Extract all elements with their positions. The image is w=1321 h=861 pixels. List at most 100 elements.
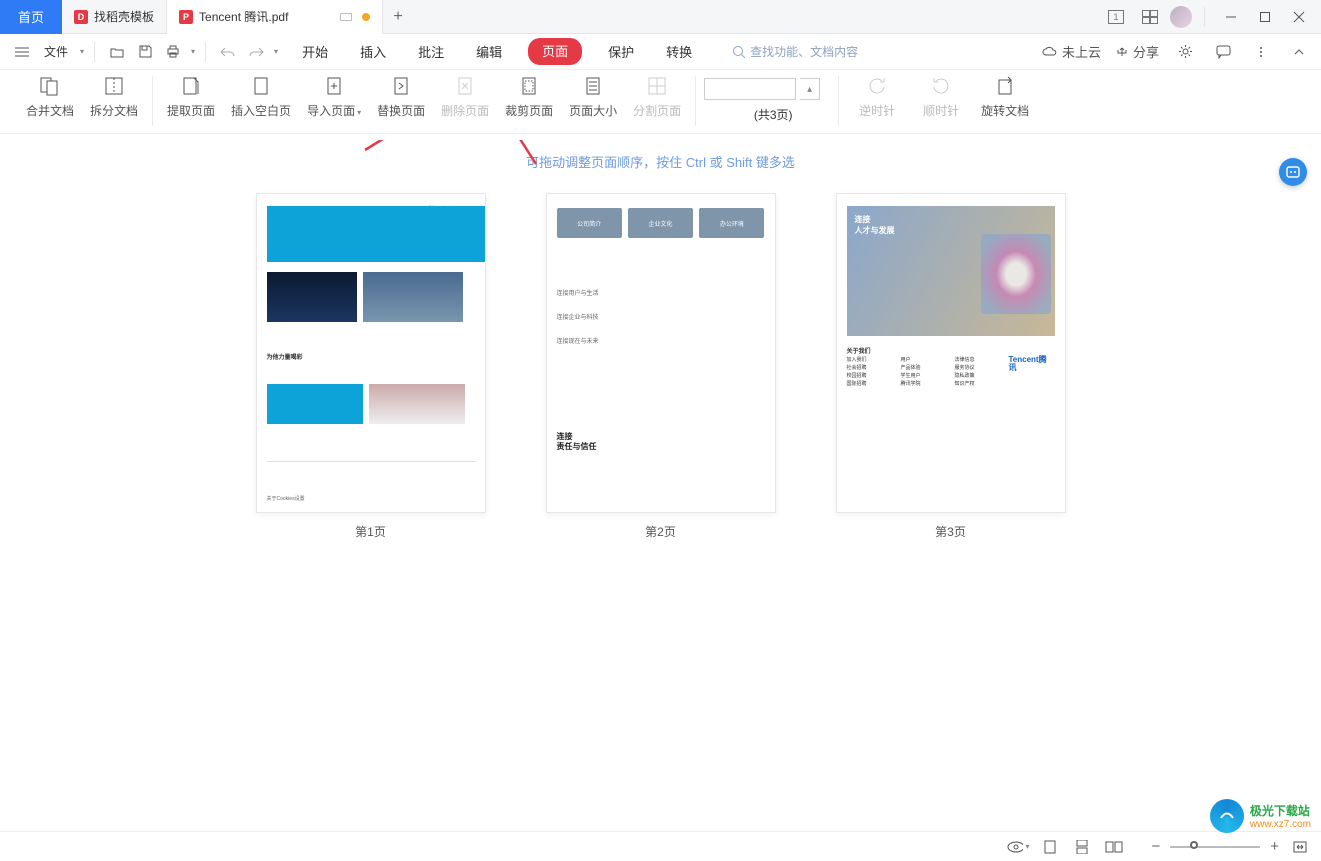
import-page-icon xyxy=(322,74,346,98)
page-label: 第1页 xyxy=(355,523,386,540)
page-size-icon xyxy=(581,74,605,98)
close-button[interactable] xyxy=(1285,3,1313,31)
view-single-page-icon[interactable] xyxy=(1039,836,1061,858)
avatar[interactable] xyxy=(1170,6,1192,28)
cloud-icon xyxy=(1042,46,1058,58)
divide-page-icon xyxy=(645,74,669,98)
zoom-control: ▴ xyxy=(704,78,820,100)
insert-blank-page-button[interactable]: 插入空白页 xyxy=(231,74,291,119)
tab-insert[interactable]: 插入 xyxy=(354,38,392,65)
blank-page-icon xyxy=(249,74,273,98)
pages-count-label: (共3页) xyxy=(754,106,793,123)
page-size-button[interactable]: 页面大小 xyxy=(569,74,617,119)
new-tab-button[interactable]: + xyxy=(383,0,412,34)
tab-edit[interactable]: 编辑 xyxy=(470,38,508,65)
tab-convert[interactable]: 转换 xyxy=(660,38,698,65)
zoom-slider[interactable] xyxy=(1170,846,1260,848)
rotate-ccw-button[interactable]: 逆时针 xyxy=(853,74,901,119)
main-menu-tabs: 开始 插入 批注 编辑 页面 保护 转换 xyxy=(296,38,698,65)
min-button[interactable] xyxy=(1217,3,1245,31)
tab-start[interactable]: 开始 xyxy=(296,38,334,65)
view-two-page-icon[interactable] xyxy=(1103,836,1125,858)
zoom-up-button[interactable]: ▴ xyxy=(800,78,820,100)
replace-page-icon xyxy=(389,74,413,98)
rotate-doc-icon xyxy=(993,74,1017,98)
zoom-out-button[interactable]: − xyxy=(1151,838,1160,855)
merge-docs-button[interactable]: 合并文档 xyxy=(26,74,74,119)
extract-icon xyxy=(179,74,203,98)
search-placeholder: 查找功能、文档内容 xyxy=(750,43,858,60)
assistant-button[interactable] xyxy=(1279,158,1307,186)
chevron-down-icon: ▾ xyxy=(274,47,278,56)
menubar: 文件 ▾ ▾ ▾ 开始 插入 批注 编辑 页面 保护 转换 查找功能、文档内容 … xyxy=(0,34,1321,70)
share-button[interactable]: 分享 xyxy=(1115,42,1159,61)
divide-page-button[interactable]: 分割页面 xyxy=(633,74,681,119)
collapse-ribbon-icon[interactable] xyxy=(1287,40,1311,64)
rotate-cw-icon xyxy=(929,74,953,98)
print-icon[interactable] xyxy=(161,40,185,64)
fit-width-icon[interactable] xyxy=(1289,836,1311,858)
document-tabs: D 找稻壳模板 P Tencent 腾讯.pdf + xyxy=(62,0,413,34)
cloud-status[interactable]: 未上云 xyxy=(1042,42,1101,61)
globe-icon xyxy=(1210,799,1244,833)
chevron-down-icon: ▾ xyxy=(80,47,84,56)
tab-annotate[interactable]: 批注 xyxy=(412,38,450,65)
drag-hint: 可拖动调整页面顺序，按住 Ctrl 或 Shift 键多选 xyxy=(0,152,1321,171)
undo-icon[interactable] xyxy=(216,40,240,64)
ribbon: 合并文档 拆分文档 提取页面 插入空白页 导入页面▾ 替换页面 删除页面 xyxy=(0,70,1321,134)
screen-icon xyxy=(340,13,352,21)
rotate-ccw-icon xyxy=(865,74,889,98)
view-continuous-icon[interactable] xyxy=(1071,836,1093,858)
tab-label: 找稻壳模板 xyxy=(94,8,154,25)
merge-icon xyxy=(38,74,62,98)
open-icon[interactable] xyxy=(105,40,129,64)
crop-page-button[interactable]: 裁剪页面 xyxy=(505,74,553,119)
layout-one-icon[interactable]: 1 xyxy=(1102,3,1130,31)
page-label: 第2页 xyxy=(645,523,676,540)
page-thumbnail-2[interactable]: 公司简介 企业文化 办公环境 连接用户与生活 连接企业与科技 连接现在与未来 连… xyxy=(546,193,776,540)
doko-icon: D xyxy=(74,10,88,24)
page-label: 第3页 xyxy=(935,523,966,540)
redo-icon[interactable] xyxy=(244,40,268,64)
zoom-input[interactable] xyxy=(704,78,796,100)
content-area: 可拖动调整页面顺序，按住 Ctrl 或 Shift 键多选 腾讯 知识——四十年… xyxy=(0,140,1321,831)
extract-page-button[interactable]: 提取页面 xyxy=(167,74,215,119)
layout-grid-icon[interactable] xyxy=(1136,3,1164,31)
split-icon xyxy=(102,74,126,98)
max-button[interactable] xyxy=(1251,3,1279,31)
titlebar: 首页 D 找稻壳模板 P Tencent 腾讯.pdf + 1 xyxy=(0,0,1321,34)
page-thumbnail-1[interactable]: 腾讯 知识——四十年—— 为他力量喝彩 关于Cookies设置 第1页 xyxy=(256,193,486,540)
page-thumbnail-3[interactable]: 连接人才与发展 关于我们 加入我们社会招聘校园招聘国际招聘 用户产品体验学生用户… xyxy=(836,193,1066,540)
delete-page-button[interactable]: 删除页面 xyxy=(441,74,489,119)
tab-page[interactable]: 页面 xyxy=(528,38,582,65)
view-eye-icon[interactable]: ▾ xyxy=(1007,836,1029,858)
page-thumbnails: 腾讯 知识——四十年—— 为他力量喝彩 关于Cookies设置 第1页 公司简介… xyxy=(0,183,1321,550)
import-page-button[interactable]: 导入页面▾ xyxy=(307,74,361,119)
search-box[interactable]: 查找功能、文档内容 xyxy=(732,43,858,60)
delete-page-icon xyxy=(453,74,477,98)
rotate-cw-button[interactable]: 顺时针 xyxy=(917,74,965,119)
comment-icon[interactable] xyxy=(1211,40,1235,64)
home-tab[interactable]: 首页 xyxy=(0,0,62,34)
tab-doko-template[interactable]: D 找稻壳模板 xyxy=(62,0,167,34)
save-icon[interactable] xyxy=(133,40,157,64)
tab-pdf[interactable]: P Tencent 腾讯.pdf xyxy=(167,0,383,34)
tab-label: Tencent 腾讯.pdf xyxy=(199,8,288,25)
unsaved-indicator xyxy=(362,13,370,21)
replace-page-button[interactable]: 替换页面 xyxy=(377,74,425,119)
settings-icon[interactable] xyxy=(1173,40,1197,64)
pdf-icon: P xyxy=(179,10,193,24)
tab-protect[interactable]: 保护 xyxy=(602,38,640,65)
more-icon[interactable] xyxy=(1249,40,1273,64)
statusbar: ▾ − + xyxy=(0,831,1321,861)
split-doc-button[interactable]: 拆分文档 xyxy=(90,74,138,119)
zoom-in-button[interactable]: + xyxy=(1270,838,1279,855)
right-actions: 未上云 分享 xyxy=(1042,40,1311,64)
svg-text:1: 1 xyxy=(1113,12,1118,22)
rotate-doc-button[interactable]: 旋转文档 xyxy=(981,74,1029,119)
menu-icon[interactable] xyxy=(10,40,34,64)
assistant-icon xyxy=(1285,164,1301,180)
file-menu[interactable]: 文件 xyxy=(44,43,68,60)
search-icon xyxy=(732,45,746,59)
watermark: 极光下载站 www.xz7.com xyxy=(1210,799,1311,833)
